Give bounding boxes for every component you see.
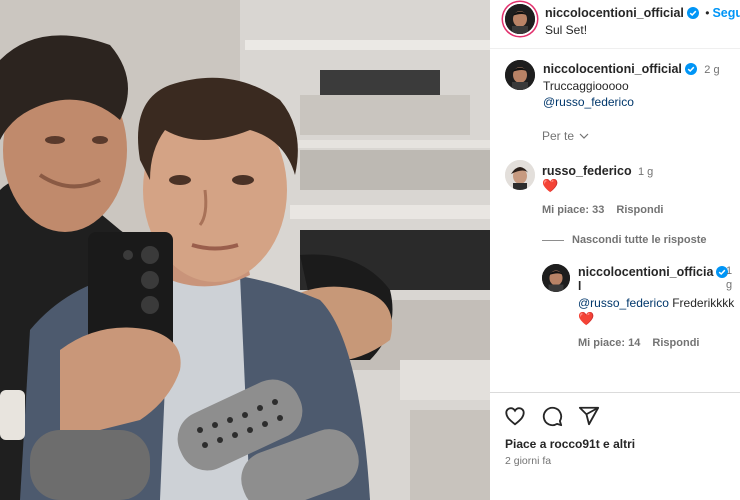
header-divider [490,48,740,49]
reply-button[interactable]: Rispondi [652,337,699,349]
reply-text: Frederikkkk [668,296,735,310]
comment-time: 1 g [637,166,654,178]
post-author-name[interactable]: niccolocentioni_official [545,6,684,20]
comment-author-name[interactable]: niccolocentioni_official [543,62,682,76]
comment-heart-emoji: ❤️ [542,178,559,193]
avatar-image [542,264,570,292]
reply-time-number: 1 [726,265,733,277]
reply-author-name-continued[interactable]: l [578,279,581,293]
post-date: 2 giorni fa [505,455,552,467]
reply-likes-count[interactable]: Mi piace: 14 [578,337,640,349]
comment-text: Truccaggiooooo [543,79,629,93]
reply-time-unit: g [726,279,733,291]
comment-avatar[interactable] [505,160,535,190]
comments-panel: niccolocentioni_official •Segui Sul Set!… [490,0,740,500]
comment-icon[interactable] [541,405,563,427]
share-icon[interactable] [578,405,600,427]
sort-label: Per te [542,129,575,143]
likes-summary[interactable]: Piace a rocco91t e altri [505,437,635,451]
post-photo [0,0,490,500]
comment-time: 2 g [704,64,720,76]
reply-heart-emoji: ❤️ [578,311,595,326]
reply-avatar[interactable] [542,264,570,292]
avatar-image [505,4,535,34]
hide-replies-button[interactable]: Nascondi tutte le risposte [572,234,706,246]
actions-divider [490,392,740,393]
comment-likes-count[interactable]: Mi piace: 33 [542,204,604,216]
reply-mention-link[interactable]: @russo_federico [578,296,669,310]
post-caption: Sul Set! [545,23,588,37]
reply-author-name[interactable]: niccolocentioni_officia [578,265,713,279]
comment-mention-link[interactable]: @russo_federico [543,95,634,109]
reply-button[interactable]: Rispondi [616,204,663,216]
selfie-image [0,0,490,500]
author-avatar[interactable] [505,4,535,34]
separator-dot: • [705,6,710,20]
hide-replies-line [542,240,564,241]
avatar-image [505,60,535,90]
comment-avatar[interactable] [505,60,535,90]
verified-badge-icon [684,63,697,75]
comment-author-name[interactable]: russo_federico [542,164,632,178]
follow-button[interactable]: Segui [712,6,740,20]
avatar-image [505,160,535,190]
sort-dropdown[interactable]: Per te [542,129,589,143]
verified-badge-icon [686,7,699,19]
heart-icon[interactable] [504,405,526,427]
chevron-down-icon [579,133,589,139]
